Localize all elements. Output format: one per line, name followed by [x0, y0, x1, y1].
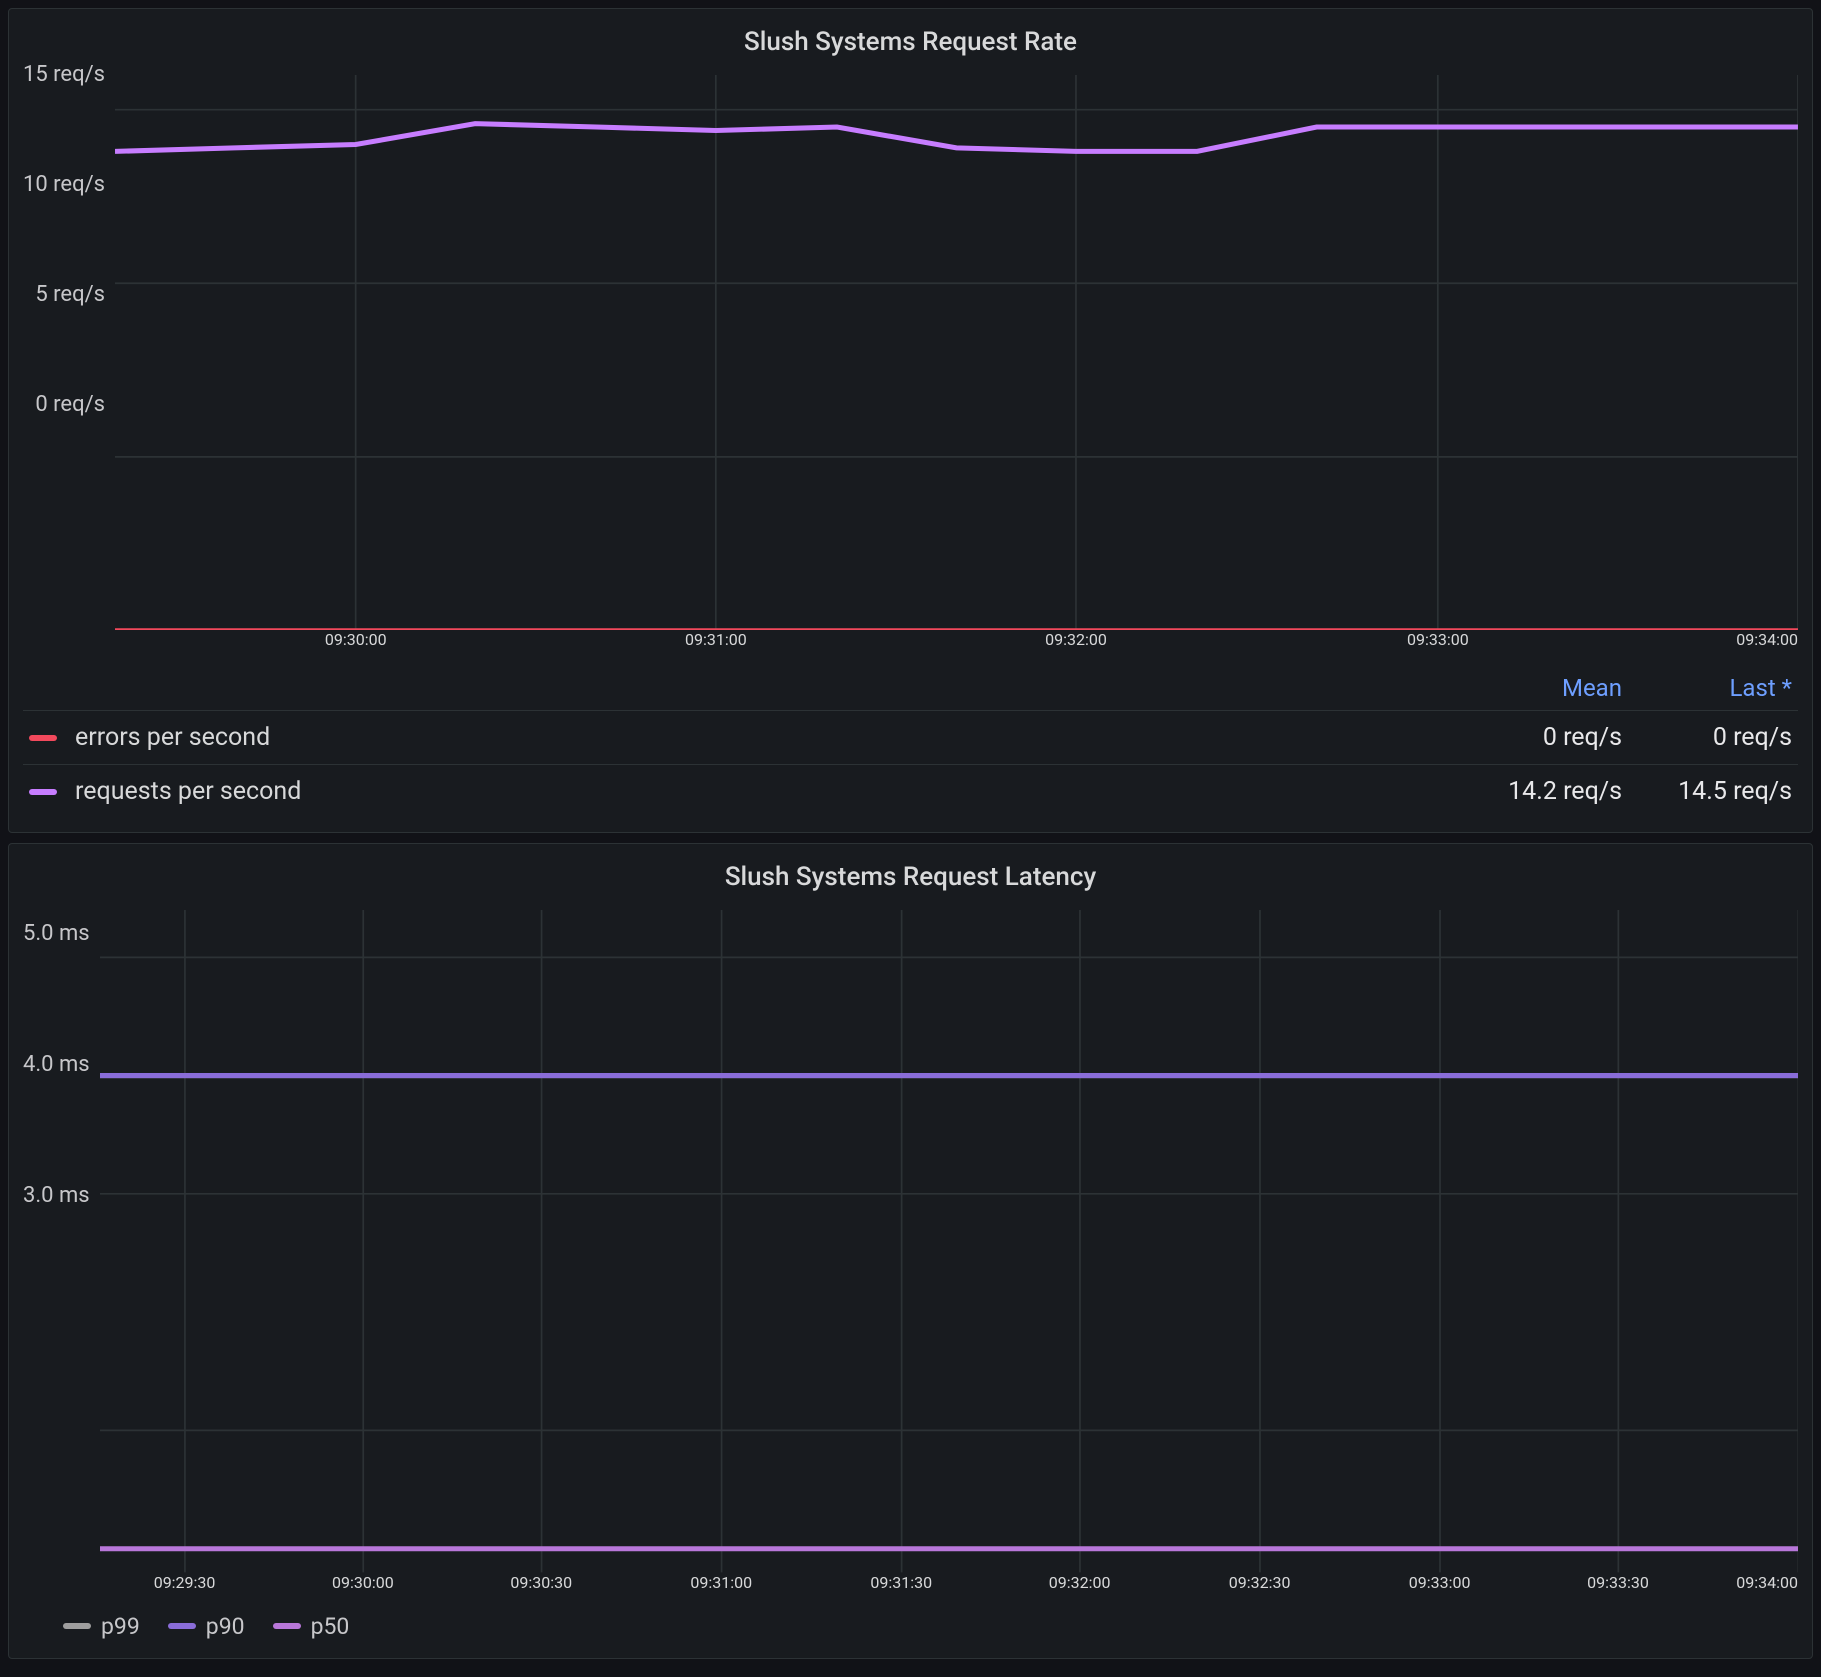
panel-title: Slush Systems Request Latency [23, 854, 1798, 910]
legend-table-rate: Mean Last * errors per second 0 req/s 0 … [23, 666, 1798, 818]
legend-col-last[interactable]: Last * [1622, 674, 1792, 702]
swatch-p50 [273, 1623, 301, 1629]
legend-item-p99[interactable]: p99 [63, 1613, 140, 1640]
chart-area-latency[interactable]: 5.0 ms 4.0 ms 3.0 ms [23, 910, 1798, 1602]
x-axis-latency: 09:29:30 09:30:00 09:30:30 09:31:00 09:3… [100, 1573, 1798, 1603]
legend-row-errors[interactable]: errors per second 0 req/s 0 req/s [23, 711, 1798, 765]
plot-latency[interactable] [100, 910, 1798, 1572]
y-axis-rate: 15 req/s 10 req/s 5 req/s 0 req/s [23, 75, 115, 405]
y-axis-latency: 5.0 ms 4.0 ms 3.0 ms [23, 910, 100, 1300]
legend-col-mean[interactable]: Mean [1452, 674, 1622, 702]
swatch-requests [29, 789, 57, 795]
swatch-errors [29, 735, 57, 741]
swatch-p99 [63, 1623, 91, 1629]
legend-header[interactable]: Mean Last * [23, 666, 1798, 711]
legend-item-p50[interactable]: p50 [273, 1613, 350, 1640]
swatch-p90 [168, 1623, 196, 1629]
panel-request-rate: Slush Systems Request Rate 15 req/s 10 r… [8, 8, 1813, 833]
legend-item-p90[interactable]: p90 [168, 1613, 245, 1640]
chart-area-rate[interactable]: 15 req/s 10 req/s 5 req/s 0 req/s [23, 75, 1798, 660]
series-requests [115, 124, 1798, 152]
panel-request-latency: Slush Systems Request Latency 5.0 ms 4.0… [8, 843, 1813, 1658]
panel-title: Slush Systems Request Rate [23, 19, 1798, 75]
legend-row-requests[interactable]: requests per second 14.2 req/s 14.5 req/… [23, 765, 1798, 818]
x-axis-rate: 09:30:00 09:31:00 09:32:00 09:33:00 09:3… [115, 630, 1798, 660]
plot-rate[interactable] [115, 75, 1798, 630]
legend-inline-latency: p99 p90 p50 [23, 1603, 1798, 1644]
